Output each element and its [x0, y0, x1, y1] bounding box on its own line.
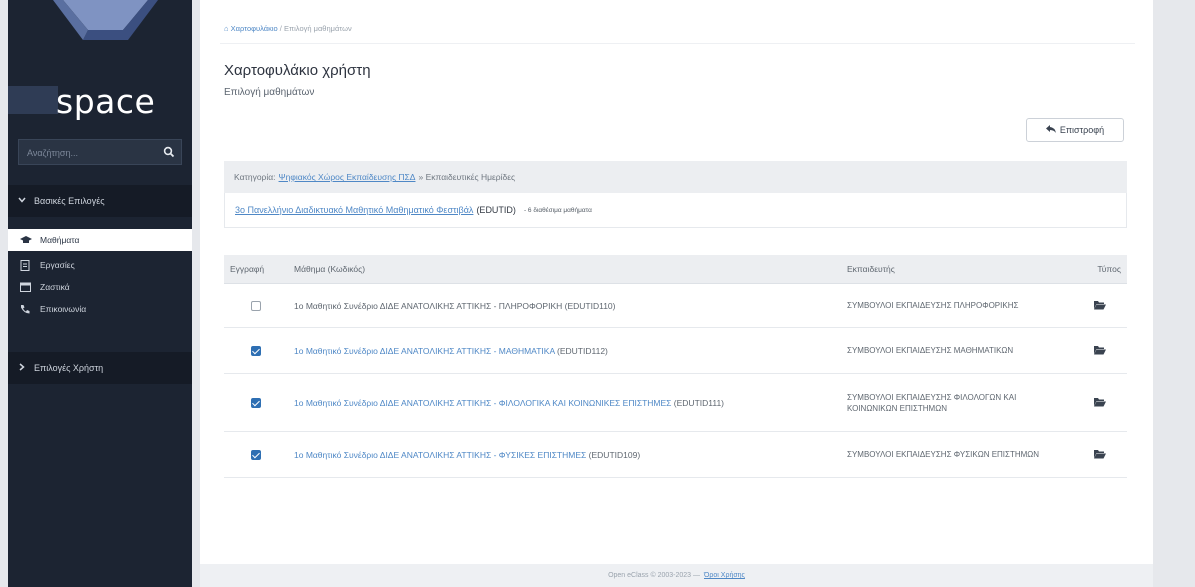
teacher-cell: ΣΥΜΒΟΥΛΟΙ ΕΚΠΑΙΔΕΥΣΗΣ ΦΙΛΟΛΟΓΩΝ ΚΑΙ ΚΟΙΝ…: [841, 373, 1073, 432]
page-subtitle: Επιλογή μαθημάτων: [224, 87, 315, 98]
right-frame: [1153, 0, 1195, 587]
type-cell: [1073, 283, 1127, 328]
table-row: 1ο Μαθητικό Συνέδριο ΔΙΔΕ ΑΝΑΤΟΛΙΚΗΣ ΑΤΤ…: [224, 283, 1127, 328]
header-type: Τύπος: [1073, 255, 1127, 284]
register-checkbox[interactable]: [251, 397, 261, 408]
course-cell: 1ο Μαθητικό Συνέδριο ΔΙΔΕ ΑΝΑΤΟΛΙΚΗΣ ΑΤΤ…: [288, 373, 841, 432]
course-group-bar: 3ο Πανελλήνιο Διαδικτυακό Μαθητικό Μαθημ…: [224, 193, 1127, 228]
folder-open-icon: [1094, 300, 1106, 312]
course-cell: 1ο Μαθητικό Συνέδριο ΔΙΔΕ ΑΝΑΤΟΛΙΚΗΣ ΑΤΤ…: [288, 431, 841, 478]
phone-icon: [20, 304, 34, 314]
course-code: (EDUTID112): [557, 345, 608, 356]
courses-table: Εγγραφή Μάθημα (Κωδικός) Εκπαιδευτής Τύπ…: [224, 255, 1127, 478]
category-suffix: » Εκπαιδευτικές Ημερίδες: [418, 172, 516, 182]
course-cell: 1ο Μαθητικό Συνέδριο ΔΙΔΕ ΑΝΑΤΟΛΙΚΗΣ ΑΤΤ…: [288, 327, 841, 374]
logo-accent: [8, 86, 58, 114]
type-cell: [1073, 431, 1127, 478]
teacher-cell: ΣΥΜΒΟΥΛΟΙ ΕΚΠΑΙΔΕΥΣΗΣ ΜΑΘΗΜΑΤΙΚΩΝ: [841, 327, 1073, 374]
table-row: 1ο Μαθητικό Συνέδριο ΔΙΔΕ ΑΝΑΤΟΛΙΚΗΣ ΑΤΤ…: [224, 373, 1127, 432]
course-code: (EDUTID110): [564, 300, 616, 311]
category-prefix: Κατηγορία:: [234, 172, 276, 182]
sidebar-item-courses[interactable]: Μαθήματα: [8, 229, 192, 251]
footer: Open eClass © 2003-2023 — Όροι Χρήσης: [200, 564, 1153, 587]
sidebar-item-calendar[interactable]: Ζαστικά: [8, 276, 192, 298]
register-checkbox[interactable]: [251, 449, 261, 460]
register-cell: [224, 327, 288, 374]
category-link[interactable]: Ψηφιακός Χώρος Εκπαίδευσης ΠΣΔ: [279, 172, 416, 182]
breadcrumb-separator: /: [279, 24, 282, 33]
register-cell: [224, 431, 288, 478]
register-cell: [224, 283, 288, 328]
sidebar: space Βασικές Επιλογές Μαθήματα Εργασίες: [8, 0, 192, 587]
sidebar-item-contact[interactable]: Επικοινωνία: [8, 298, 192, 320]
sidebar-item-assignments[interactable]: Εργασίες: [8, 254, 192, 276]
register-checkbox[interactable]: [251, 345, 261, 356]
type-cell: [1073, 327, 1127, 374]
breadcrumb: ⌂ Χαρτοφυλάκιο / Επιλογή μαθημάτων: [224, 24, 352, 33]
register-cell: [224, 373, 288, 432]
sidebar-item-label: Εργασίες: [40, 260, 75, 270]
course-group-link[interactable]: 3ο Πανελλήνιο Διαδικτυακό Μαθητικό Μαθημ…: [235, 205, 473, 215]
sidebar-section-basic[interactable]: Βασικές Επιλογές: [8, 185, 192, 217]
search-input[interactable]: [19, 140, 169, 166]
sidebar-section-label: Επιλογές Χρήστη: [34, 363, 104, 373]
left-frame: [0, 0, 8, 587]
header-teacher: Εκπαιδευτής: [841, 255, 1073, 284]
footer-terms-link[interactable]: Όροι Χρήσης: [704, 572, 745, 579]
sidebar-item-label: Ζαστικά: [40, 282, 70, 292]
course-cell: 1ο Μαθητικό Συνέδριο ΔΙΔΕ ΑΝΑΤΟΛΙΚΗΣ ΑΤΤ…: [288, 283, 841, 328]
header-course: Μάθημα (Κωδικός): [288, 255, 841, 284]
sidebar-section-user[interactable]: Επιλογές Χρήστη: [8, 352, 192, 384]
course-code: (EDUTID111): [673, 397, 725, 408]
chevron-right-icon: [18, 363, 26, 373]
teacher-cell: ΣΥΜΒΟΥΛΟΙ ΕΚΠΑΙΔΕΥΣΗΣ ΠΛΗΡΟΦΟΡΙΚΗΣ: [841, 283, 1073, 328]
home-icon: ⌂: [224, 24, 229, 33]
page-title: Χαρτοφυλάκιο χρήστη: [224, 62, 371, 79]
sidebar-item-label: Επικοινωνία: [40, 304, 87, 314]
category-bar: Κατηγορία: Ψηφιακός Χώρος Εκπαίδευσης ΠΣ…: [224, 161, 1127, 193]
footer-text: Open eClass © 2003-2023 —: [608, 572, 700, 579]
breadcrumb-divider: [220, 43, 1135, 44]
folder-open-icon: [1094, 449, 1106, 461]
course-title: 1ο Μαθητικό Συνέδριο ΔΙΔΕ ΑΝΑΤΟΛΙΚΗΣ ΑΤΤ…: [294, 300, 563, 311]
course-code: (EDUTID109): [588, 449, 641, 460]
file-icon: [20, 259, 34, 271]
back-button-label: Επιστροφή: [1059, 125, 1105, 135]
header-register: Εγγραφή: [224, 255, 288, 284]
course-title-link[interactable]: 1ο Μαθητικό Συνέδριο ΔΙΔΕ ΑΝΑΤΟΛΙΚΗΣ ΑΤΤ…: [294, 450, 586, 460]
breadcrumb-home-link[interactable]: Χαρτοφυλάκιο: [231, 24, 278, 33]
course-title-link[interactable]: 1ο Μαθητικό Συνέδριο ΔΙΔΕ ΑΝΑΤΟΛΙΚΗΣ ΑΤΤ…: [294, 398, 671, 408]
back-button[interactable]: Επιστροφή: [1026, 118, 1124, 142]
sidebar-search: [18, 139, 182, 166]
table-row: 1ο Μαθητικό Συνέδριο ΔΙΔΕ ΑΝΑΤΟΛΙΚΗΣ ΑΤΤ…: [224, 431, 1127, 478]
folder-open-icon: [1094, 345, 1106, 357]
table-row: 1ο Μαθητικό Συνέδριο ΔΙΔΕ ΑΝΑΤΟΛΙΚΗΣ ΑΤΤ…: [224, 327, 1127, 374]
logo-text: space: [56, 82, 156, 121]
course-group-code: (EDUTID): [476, 205, 516, 215]
reply-arrow-icon: [1045, 125, 1056, 135]
course-title-link[interactable]: 1ο Μαθητικό Συνέδριο ΔΙΔΕ ΑΝΑΤΟΛΙΚΗΣ ΑΤΤ…: [294, 346, 555, 356]
sidebar-section-label: Βασικές Επιλογές: [34, 196, 105, 206]
graduation-cap-icon: [20, 235, 34, 245]
table-header-row: Εγγραφή Μάθημα (Κωδικός) Εκπαιδευτής Τύπ…: [224, 255, 1127, 284]
breadcrumb-current: Επιλογή μαθημάτων: [283, 24, 352, 33]
main-content: ⌂ Χαρτοφυλάκιο / Επιλογή μαθημάτων Χαρτο…: [200, 0, 1153, 587]
type-cell: [1073, 373, 1127, 432]
search-icon[interactable]: [163, 145, 175, 163]
chevron-down-icon: [18, 196, 26, 206]
course-group-count: - 6 διαθέσιμα μαθήματα: [523, 206, 592, 214]
register-checkbox[interactable]: [251, 300, 261, 311]
logo-area: space: [8, 0, 192, 135]
calendar-icon: [20, 282, 34, 292]
sidebar-item-label: Μαθήματα: [40, 235, 80, 245]
teacher-cell: ΣΥΜΒΟΥΛΟΙ ΕΚΠΑΙΔΕΥΣΗΣ ΦΥΣΙΚΩΝ ΕΠΙΣΤΗΜΩΝ: [841, 431, 1073, 478]
folder-open-icon: [1094, 397, 1106, 409]
